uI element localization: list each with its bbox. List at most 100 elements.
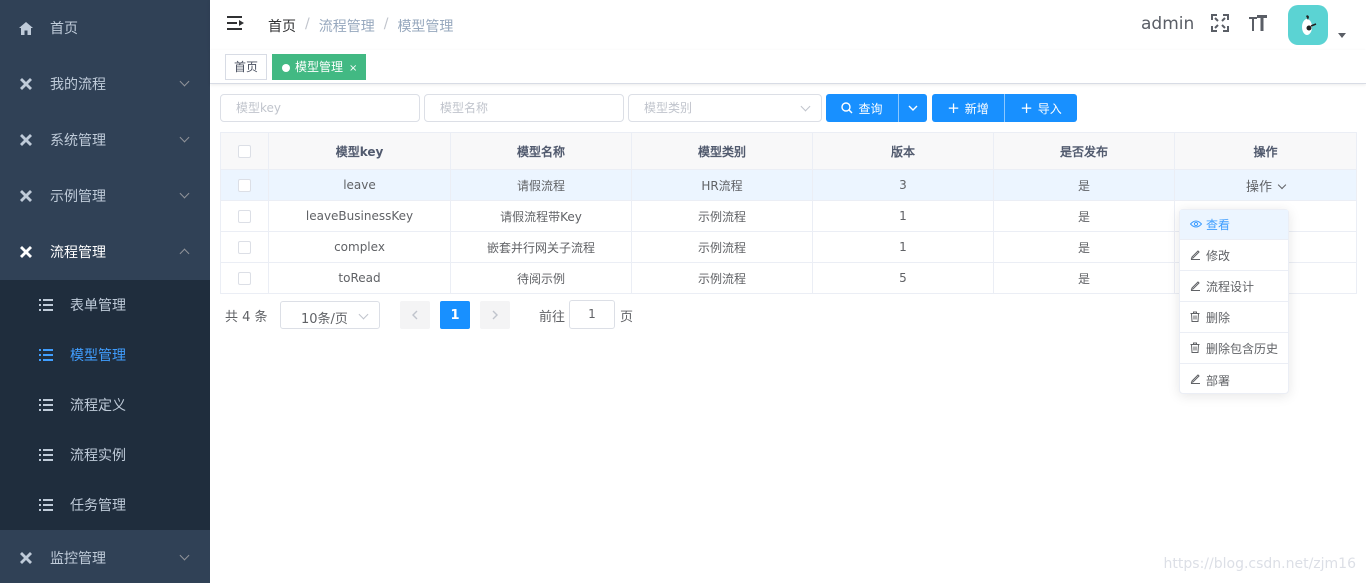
search-dropdown-toggle[interactable] bbox=[899, 94, 927, 122]
chevron-down-icon bbox=[179, 188, 190, 199]
search-button[interactable]: 查询 bbox=[826, 94, 898, 122]
column-header: 是否发布 bbox=[993, 132, 1175, 170]
chevron-down-icon bbox=[358, 309, 369, 320]
tools-icon bbox=[18, 550, 34, 566]
hamburger-icon[interactable] bbox=[227, 16, 244, 30]
sidebar-item-label: 流程实例 bbox=[70, 448, 126, 464]
menu-item-edit[interactable]: 修改 bbox=[1180, 241, 1288, 271]
cell-model-type: 示例流程 bbox=[631, 231, 813, 263]
cell-version: 1 bbox=[812, 231, 994, 263]
breadcrumb-separator: / bbox=[383, 16, 389, 32]
row-select-cell bbox=[220, 169, 269, 201]
add-import-button-group: + 新增 + 导入 bbox=[932, 94, 1077, 122]
tag-home[interactable]: 首页 bbox=[225, 54, 268, 80]
sidebar-item-label: 模型管理 bbox=[70, 348, 126, 364]
sidebar-item-home[interactable]: 首页 bbox=[0, 0, 210, 56]
column-header: 模型类别 bbox=[631, 132, 813, 170]
menu-item-label: 流程设计 bbox=[1206, 280, 1255, 294]
search-icon bbox=[841, 102, 853, 114]
menu-item-design[interactable]: 流程设计 bbox=[1180, 272, 1288, 302]
menu-item-label: 部署 bbox=[1206, 373, 1231, 388]
tags-view: 首页 模型管理 × bbox=[210, 50, 1366, 84]
import-button[interactable]: + 导入 bbox=[1005, 94, 1077, 122]
sidebar-item-my-process[interactable]: 我的流程 bbox=[0, 56, 210, 112]
menu-item-deploy[interactable]: 部署 bbox=[1180, 365, 1288, 395]
row-checkbox[interactable] bbox=[238, 272, 251, 285]
actions-dropdown-trigger[interactable]: 操作 bbox=[1245, 179, 1287, 195]
sidebar-item-task-mgmt[interactable]: 任务管理 bbox=[0, 480, 210, 530]
sidebar-item-label: 任务管理 bbox=[70, 498, 126, 514]
font-size-icon[interactable] bbox=[1248, 14, 1268, 34]
chevron-right-icon bbox=[492, 310, 498, 320]
plus-icon: + bbox=[947, 99, 960, 117]
select-all-checkbox[interactable] bbox=[238, 145, 251, 158]
edit-icon bbox=[1190, 280, 1201, 294]
cell-published: 是 bbox=[993, 200, 1175, 232]
page-number-button[interactable]: 1 bbox=[440, 301, 470, 329]
sidebar-item-monitor[interactable]: 监控管理 bbox=[0, 530, 210, 583]
page-size-select[interactable]: 10条/页 bbox=[280, 301, 380, 329]
menu-item-delete-with-history[interactable]: 删除包含历史 bbox=[1180, 334, 1288, 364]
menu-item-label: 删除 bbox=[1206, 311, 1231, 325]
fullscreen-icon[interactable] bbox=[1210, 14, 1230, 34]
sidebar-item-process-mgmt[interactable]: 流程管理 bbox=[0, 224, 210, 280]
cell-model-name: 待阅示例 bbox=[450, 262, 632, 294]
cell-model-name: 请假流程带Key bbox=[450, 200, 632, 232]
menu-item-view[interactable]: 查看 bbox=[1180, 210, 1288, 240]
sidebar-item-examples[interactable]: 示例管理 bbox=[0, 168, 210, 224]
cell-published: 是 bbox=[993, 262, 1175, 294]
menu-item-label: 查看 bbox=[1206, 218, 1231, 232]
sidebar-item-process-instance[interactable]: 流程实例 bbox=[0, 430, 210, 480]
row-checkbox[interactable] bbox=[238, 241, 251, 254]
prev-page-button[interactable] bbox=[400, 301, 430, 329]
tools-icon bbox=[18, 132, 34, 148]
model-type-input[interactable] bbox=[629, 95, 821, 121]
watermark: https://blog.csdn.net/zjm16 bbox=[1163, 556, 1356, 572]
model-name-input-wrap bbox=[424, 94, 624, 122]
sidebar-item-label: 示例管理 bbox=[50, 189, 106, 205]
chevron-down-icon bbox=[1277, 180, 1287, 189]
cell-model-type: 示例流程 bbox=[631, 262, 813, 294]
column-header: 版本 bbox=[812, 132, 994, 170]
goto-unit-label: 页 bbox=[620, 310, 634, 325]
sidebar-item-model-mgmt[interactable]: 模型管理 bbox=[0, 330, 210, 380]
cell-model-key: toRead bbox=[268, 262, 451, 294]
breadcrumb-item-home[interactable]: 首页 bbox=[268, 16, 296, 36]
sidebar-item-label: 流程管理 bbox=[50, 245, 106, 261]
table-row[interactable]: leave 请假流程 HR流程 3 是 操作 bbox=[220, 169, 1357, 201]
table-header-row: 模型key 模型名称 模型类别 版本 是否发布 操作 bbox=[220, 132, 1357, 170]
avatar[interactable] bbox=[1288, 5, 1328, 45]
add-button[interactable]: + 新增 bbox=[932, 94, 1004, 122]
model-name-input[interactable] bbox=[425, 95, 623, 121]
list-icon bbox=[39, 449, 53, 461]
chevron-up-icon bbox=[179, 248, 190, 259]
edit-icon bbox=[1190, 373, 1201, 387]
pagination-total: 共 4 条 bbox=[225, 310, 268, 325]
tag-model-mgmt[interactable]: 模型管理 × bbox=[272, 54, 367, 80]
goto-label: 前往 bbox=[539, 310, 566, 325]
username-label: admin bbox=[1141, 14, 1195, 34]
tools-icon bbox=[18, 188, 34, 204]
close-icon[interactable]: × bbox=[349, 63, 357, 74]
sidebar-item-label: 我的流程 bbox=[50, 77, 106, 93]
app-root: 首页 我的流程 系统管理 示例管理 流程管理 表单管理 模型管理 流程定义 流程… bbox=[0, 0, 1366, 583]
actions-label: 操作 bbox=[1245, 179, 1272, 195]
sidebar-item-process-def[interactable]: 流程定义 bbox=[0, 380, 210, 430]
trash-icon bbox=[1190, 311, 1200, 325]
model-key-input[interactable] bbox=[221, 95, 419, 121]
model-type-select[interactable] bbox=[628, 94, 822, 122]
row-checkbox[interactable] bbox=[238, 179, 251, 192]
menu-item-delete[interactable]: 删除 bbox=[1180, 303, 1288, 333]
sidebar-item-system[interactable]: 系统管理 bbox=[0, 112, 210, 168]
row-checkbox[interactable] bbox=[238, 210, 251, 223]
tag-label: 模型管理 bbox=[295, 60, 344, 74]
caret-down-icon[interactable] bbox=[1338, 33, 1346, 38]
list-icon bbox=[39, 299, 53, 311]
column-header: 模型key bbox=[268, 132, 451, 170]
sidebar-item-form-mgmt[interactable]: 表单管理 bbox=[0, 280, 210, 330]
goto-page-input[interactable]: 1 bbox=[569, 300, 615, 329]
cell-model-name: 嵌套并行网关子流程 bbox=[450, 231, 632, 263]
sidebar: 首页 我的流程 系统管理 示例管理 流程管理 表单管理 模型管理 流程定义 流程… bbox=[0, 0, 210, 583]
next-page-button[interactable] bbox=[480, 301, 510, 329]
row-select-cell bbox=[220, 231, 269, 263]
